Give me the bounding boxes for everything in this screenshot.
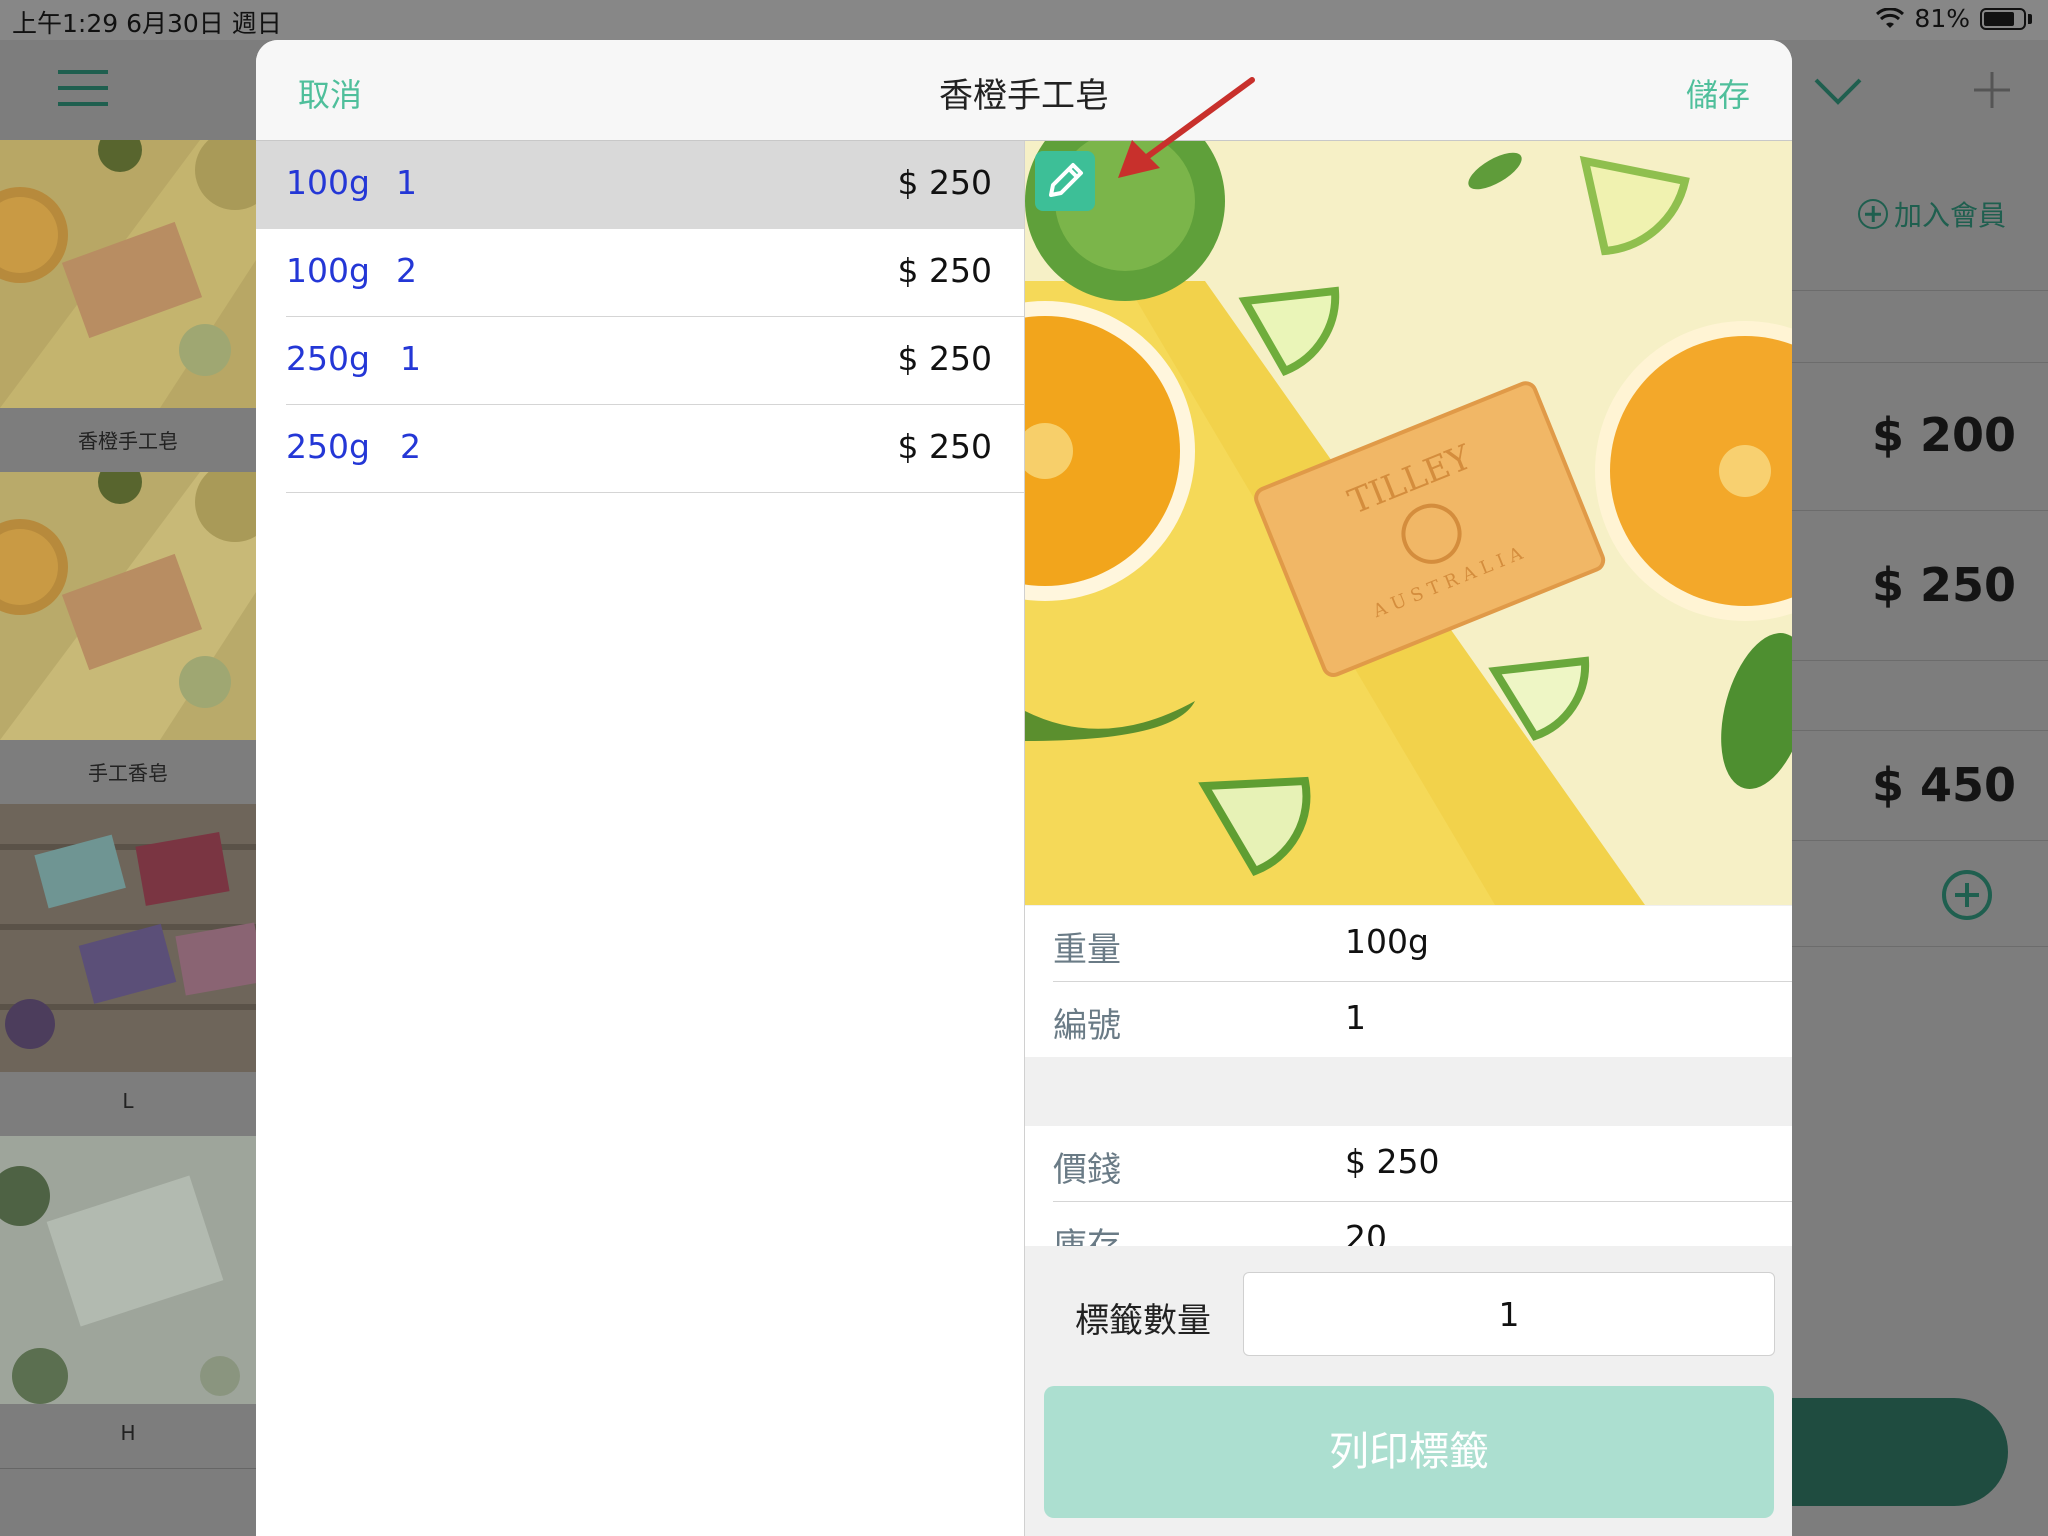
variant-number: 2 — [396, 251, 417, 290]
variant-price: $ 250 — [897, 427, 992, 466]
variant-editor-modal: 取消 香橙手工皂 儲存 100g 1 $ 250 100g 2 $ 250 25… — [256, 40, 1792, 1536]
battery-percent: 81% — [1914, 4, 1970, 33]
field-value[interactable]: 1 — [1345, 998, 1366, 1037]
modal-title: 香橙手工皂 — [939, 76, 1109, 116]
field-value[interactable]: $ 250 — [1345, 1142, 1439, 1181]
checkout-button[interactable] — [1790, 1398, 2008, 1506]
field-label: 價錢 — [1053, 1150, 1121, 1190]
variant-price: $ 250 — [897, 339, 992, 378]
divider — [1790, 730, 2048, 731]
variant-weight: 250g — [286, 339, 370, 378]
cart-panel: 加入會員 $ 200 $ 250 $ 450 — [1790, 140, 2048, 1536]
cart-total: $ 450 — [1871, 758, 2016, 812]
product-thumbnail — [0, 804, 256, 1072]
add-item-icon[interactable] — [1942, 870, 1992, 920]
add-icon[interactable] — [1972, 70, 2012, 110]
field-group-identity: 重量 100g 編號 1 — [1025, 906, 1792, 1057]
product-grid: 香橙手工皂 手工香皂 L H — [0, 140, 256, 1536]
annotation-arrow-icon — [1118, 77, 1255, 178]
variant-row[interactable]: 100g 1 $ 250 — [256, 141, 1024, 229]
status-bar: 上午1:29 6月30日 週日 81% — [0, 0, 2048, 40]
field-label: 編號 — [1053, 1006, 1121, 1046]
status-indicators: 81% — [1876, 4, 2032, 33]
label-quantity-row: 標籤數量 1 — [1025, 1271, 1792, 1359]
variant-price: $ 250 — [897, 251, 992, 290]
pencil-icon — [1049, 163, 1083, 197]
divider — [1790, 290, 2048, 291]
variant-number: 1 — [400, 339, 421, 378]
variant-number: 1 — [396, 163, 417, 202]
menu-icon[interactable] — [58, 70, 108, 106]
product-tile-label: H — [120, 1421, 136, 1445]
product-tile[interactable]: 手工香皂 — [0, 472, 256, 805]
add-member-label: 加入會員 — [1894, 199, 2007, 232]
chevron-down-icon[interactable] — [1810, 72, 1866, 108]
cart-price: $ 200 — [1871, 408, 2016, 462]
divider — [1790, 362, 2048, 363]
divider — [1790, 510, 2048, 511]
variant-row[interactable]: 250g 2 $ 250 — [286, 405, 1024, 493]
divider — [1790, 840, 2048, 841]
field-stock[interactable]: 庫存 20 — [1053, 1202, 1792, 1246]
variant-row[interactable]: 100g 2 $ 250 — [286, 229, 1024, 317]
product-tile[interactable]: L — [0, 804, 256, 1137]
field-weight[interactable]: 重量 100g — [1053, 906, 1792, 982]
product-thumbnail — [0, 1136, 256, 1404]
modal-header: 取消 香橙手工皂 儲存 — [256, 40, 1792, 141]
product-thumbnail — [0, 140, 256, 408]
field-label: 庫存 — [1053, 1226, 1121, 1246]
variant-detail-pane: TILLEY AUSTRALIA 重量 100g 編號 1 價錢 $ 250 庫… — [1024, 141, 1792, 1536]
variant-weight: 250g — [286, 427, 370, 466]
field-group-pricing: 價錢 $ 250 庫存 20 — [1025, 1126, 1792, 1246]
status-time-date: 上午1:29 6月30日 週日 — [12, 9, 282, 38]
product-tile-label: 手工香皂 — [88, 761, 168, 785]
divider — [1790, 660, 2048, 661]
product-tile[interactable]: H — [0, 1136, 256, 1469]
field-value[interactable]: 100g — [1345, 922, 1429, 961]
product-thumbnail — [0, 472, 256, 740]
circle-plus-icon — [1858, 199, 1888, 229]
variant-number: 2 — [400, 427, 421, 466]
label-quantity-input[interactable]: 1 — [1243, 1272, 1775, 1356]
edit-photo-button[interactable] — [1035, 151, 1095, 211]
save-button[interactable]: 儲存 — [1686, 70, 1750, 116]
battery-icon — [1980, 7, 2026, 30]
cart-price: $ 250 — [1871, 558, 2016, 612]
field-price[interactable]: 價錢 $ 250 — [1053, 1126, 1792, 1202]
product-tile-label: L — [122, 1089, 134, 1113]
product-tile-label: 香橙手工皂 — [78, 429, 178, 453]
variant-weight: 100g — [286, 251, 370, 290]
field-value[interactable]: 20 — [1345, 1218, 1387, 1246]
variant-list: 100g 1 $ 250 100g 2 $ 250 250g 1 $ 250 2… — [256, 141, 1024, 493]
variant-row[interactable]: 250g 1 $ 250 — [286, 317, 1024, 405]
product-image: TILLEY AUSTRALIA — [1025, 141, 1792, 905]
label-quantity-label: 標籤數量 — [1075, 1301, 1211, 1341]
print-label-button[interactable]: 列印標籤 — [1044, 1386, 1774, 1518]
divider — [1790, 946, 2048, 947]
field-label: 重量 — [1053, 930, 1121, 970]
product-photo[interactable]: TILLEY AUSTRALIA — [1025, 141, 1792, 905]
wifi-icon — [1876, 7, 1905, 28]
add-member-link[interactable]: 加入會員 — [1858, 194, 2006, 234]
battery-tip — [2028, 13, 2032, 24]
variant-price: $ 250 — [897, 163, 992, 202]
variant-weight: 100g — [286, 163, 370, 202]
product-tile[interactable]: 香橙手工皂 — [0, 140, 256, 473]
field-number[interactable]: 編號 1 — [1053, 982, 1792, 1057]
